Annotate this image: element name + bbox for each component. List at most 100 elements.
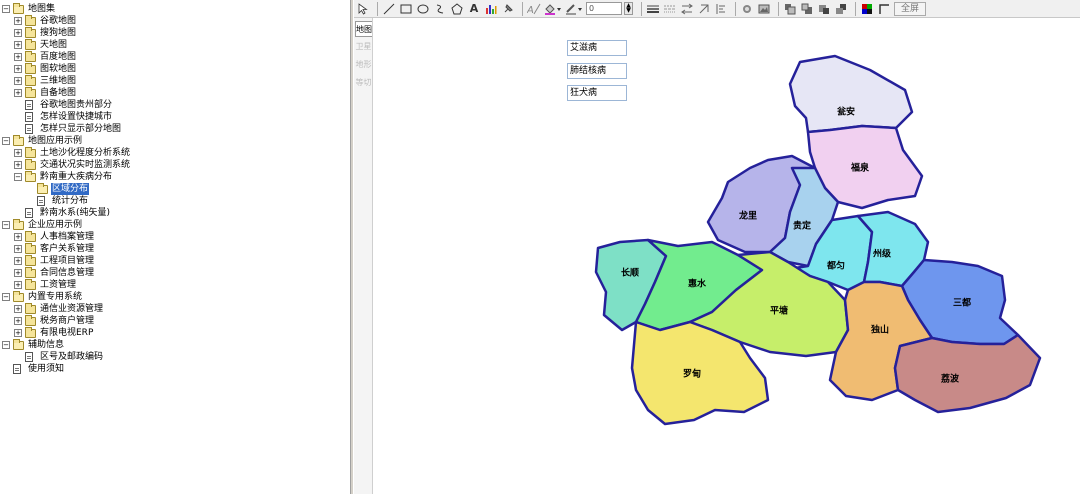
expand-icon[interactable]: + bbox=[14, 257, 22, 265]
tree-leaf-item[interactable]: 使用须知 bbox=[2, 363, 65, 375]
fullscreen-button[interactable]: 全屏 bbox=[894, 1, 927, 16]
polygon-tool-icon[interactable] bbox=[450, 2, 464, 16]
line-style-icon[interactable] bbox=[646, 2, 660, 16]
expand-icon[interactable]: + bbox=[14, 305, 22, 313]
tree-leaf-item[interactable]: 统计分布 bbox=[26, 195, 89, 207]
expand-icon[interactable]: + bbox=[14, 281, 22, 289]
tree-item-label[interactable]: 统计分布 bbox=[51, 195, 89, 207]
tree-leaf-item[interactable]: 怎样设置快捷城市 bbox=[14, 111, 113, 123]
tree-folder-item[interactable]: + 工资管理 bbox=[14, 278, 77, 291]
tree-folder-item[interactable]: + 谷歌地图 bbox=[14, 14, 77, 27]
tree-folder-item[interactable]: + 天地图 bbox=[14, 38, 68, 51]
expand-icon[interactable]: + bbox=[14, 269, 22, 277]
collapse-icon[interactable]: − bbox=[14, 173, 22, 181]
expand-icon[interactable]: + bbox=[14, 89, 22, 97]
tab-contour[interactable]: 等切 bbox=[355, 75, 372, 91]
pointer-tool-icon[interactable] bbox=[356, 2, 370, 16]
navigation-tree[interactable]: − 地图集 + 谷歌地图 + 搜狗地图 + 天地图 + 百度地图 + 图软地图 + 三维地图 + 自备地图 谷歌… bbox=[0, 0, 350, 494]
region-wengan[interactable] bbox=[788, 54, 914, 134]
tree-folder-item[interactable]: + 税务商户管理 bbox=[14, 314, 95, 327]
tree-leaf-item[interactable]: 怎样只显示部分地图 bbox=[14, 123, 122, 135]
county-map[interactable]: 瓮安 福泉 龙里 贵定 都匀 州级 长顺 惠水 平塘 三都 独山 荔波 罗甸 bbox=[374, 18, 1080, 494]
line-width-input[interactable]: 0 bbox=[586, 2, 622, 15]
tree-folder-item[interactable]: + 百度地图 bbox=[14, 50, 77, 63]
expand-icon[interactable]: + bbox=[14, 161, 22, 169]
expand-icon[interactable]: + bbox=[14, 77, 22, 85]
tree-item-label[interactable]: 图软地图 bbox=[39, 63, 77, 75]
tree-item-label[interactable]: 企业应用示例 bbox=[27, 219, 83, 231]
collapse-icon[interactable]: − bbox=[2, 341, 10, 349]
font-style-icon[interactable]: A bbox=[527, 2, 541, 16]
send-back-icon[interactable] bbox=[800, 2, 814, 16]
line-color-icon[interactable] bbox=[565, 2, 583, 16]
line-tool-icon[interactable] bbox=[382, 2, 396, 16]
collapse-icon[interactable]: − bbox=[2, 5, 10, 13]
expand-icon[interactable]: + bbox=[14, 245, 22, 253]
tree-folder-item[interactable]: + 交通状况实时监测系统 bbox=[14, 158, 131, 171]
tree-folder-item[interactable]: + 三维地图 bbox=[14, 74, 77, 87]
tree-item-label[interactable]: 谷歌地图贵州部分 bbox=[39, 99, 113, 111]
image-icon[interactable] bbox=[757, 2, 771, 16]
tree-item-label[interactable]: 有限电视ERP bbox=[39, 327, 94, 339]
dash-style-icon[interactable] bbox=[663, 2, 677, 16]
expand-icon[interactable]: + bbox=[14, 53, 22, 61]
expand-icon[interactable]: + bbox=[14, 17, 22, 25]
tree-folder-item[interactable]: − 企业应用示例 bbox=[2, 218, 83, 231]
freehand-tool-icon[interactable] bbox=[433, 2, 447, 16]
tree-item-label[interactable]: 自备地图 bbox=[39, 87, 77, 99]
tree-item-label[interactable]: 通信业资源管理 bbox=[39, 303, 104, 315]
tree-folder-item[interactable]: 区域分布 bbox=[26, 182, 90, 195]
text-tool-icon[interactable]: A bbox=[467, 2, 481, 16]
palette-icon[interactable] bbox=[860, 2, 874, 16]
tree-item-label[interactable]: 地图应用示例 bbox=[27, 135, 83, 147]
tree-folder-item[interactable]: − 辅助信息 bbox=[2, 338, 65, 351]
tree-folder-item[interactable]: + 自备地图 bbox=[14, 86, 77, 99]
tree-item-label[interactable]: 地图集 bbox=[27, 3, 56, 15]
collapse-icon[interactable]: − bbox=[2, 137, 10, 145]
tree-folder-item[interactable]: − 黔南重大疾病分布 bbox=[14, 170, 113, 183]
tree-item-label[interactable]: 客户关系管理 bbox=[39, 243, 95, 255]
tree-folder-item[interactable]: + 合同信息管理 bbox=[14, 266, 95, 279]
tab-map[interactable]: 地图 bbox=[355, 21, 372, 37]
line-width-spinner[interactable]: ▲ ▼ bbox=[624, 2, 633, 15]
expand-icon[interactable]: + bbox=[14, 329, 22, 337]
region-libo[interactable] bbox=[893, 333, 1042, 414]
arrow-style-icon[interactable] bbox=[680, 2, 694, 16]
expand-icon[interactable]: + bbox=[14, 149, 22, 157]
tree-item-label[interactable]: 使用须知 bbox=[27, 363, 65, 375]
tree-item-label[interactable]: 工程项目管理 bbox=[39, 255, 95, 267]
tab-satellite[interactable]: 卫星 bbox=[355, 39, 372, 55]
rectangle-tool-icon[interactable] bbox=[399, 2, 413, 16]
tree-item-label[interactable]: 辅助信息 bbox=[27, 339, 65, 351]
tree-item-label[interactable]: 交通状况实时监测系统 bbox=[39, 159, 131, 171]
tree-leaf-item[interactable]: 区号及邮政编码 bbox=[14, 351, 104, 363]
tree-item-label[interactable]: 搜狗地图 bbox=[39, 27, 77, 39]
tree-item-label[interactable]: 怎样设置快捷城市 bbox=[39, 111, 113, 123]
tree-item-label[interactable]: 土地沙化程度分析系统 bbox=[39, 147, 131, 159]
expand-icon[interactable]: + bbox=[14, 41, 22, 49]
expand-icon[interactable]: + bbox=[14, 317, 22, 325]
tree-item-label[interactable]: 三维地图 bbox=[39, 75, 77, 87]
tree-folder-item[interactable]: − 地图应用示例 bbox=[2, 134, 83, 147]
tree-folder-item[interactable]: + 通信业资源管理 bbox=[14, 302, 104, 315]
pin-tool-icon[interactable] bbox=[501, 2, 515, 16]
tree-item-label[interactable]: 天地图 bbox=[39, 39, 68, 51]
tree-folder-item[interactable]: + 图软地图 bbox=[14, 62, 77, 75]
tree-item-label[interactable]: 区域分布 bbox=[51, 183, 90, 195]
tree-folder-item[interactable]: + 人事档案管理 bbox=[14, 230, 95, 243]
collapse-icon[interactable]: − bbox=[2, 221, 10, 229]
tree-leaf-item[interactable]: 谷歌地图贵州部分 bbox=[14, 99, 113, 111]
tree-folder-item[interactable]: − 内置专用系统 bbox=[2, 290, 83, 303]
tree-item-label[interactable]: 怎样只显示部分地图 bbox=[39, 123, 122, 135]
layers-icon[interactable] bbox=[740, 2, 754, 16]
tree-leaf-item[interactable]: 黔南水系(纯矢量) bbox=[14, 207, 111, 219]
tree-folder-item[interactable]: + 有限电视ERP bbox=[14, 326, 94, 339]
tree-item-label[interactable]: 区号及邮政编码 bbox=[39, 351, 104, 363]
send-backward-icon[interactable] bbox=[834, 2, 848, 16]
expand-icon[interactable]: + bbox=[14, 233, 22, 241]
bring-forward-icon[interactable] bbox=[817, 2, 831, 16]
tree-item-label[interactable]: 人事档案管理 bbox=[39, 231, 95, 243]
tree-folder-item[interactable]: − 地图集 bbox=[2, 2, 56, 15]
tree-item-label[interactable]: 黔南水系(纯矢量) bbox=[39, 207, 111, 219]
tree-item-label[interactable]: 工资管理 bbox=[39, 279, 77, 291]
